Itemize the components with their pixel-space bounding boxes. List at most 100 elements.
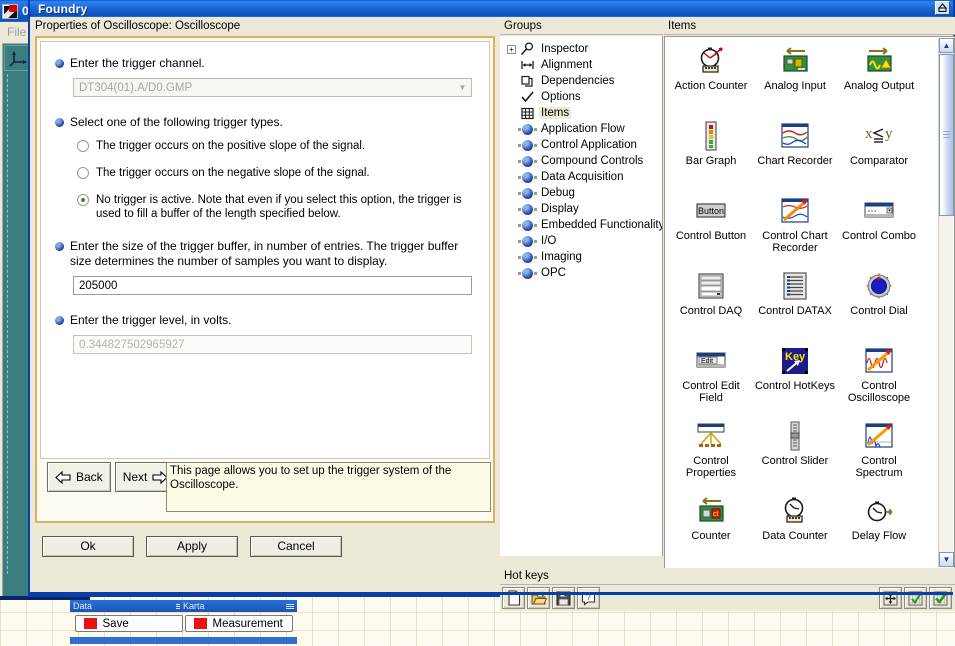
- buffer-size-block: Enter the size of the trigger buffer, in…: [55, 239, 477, 295]
- radio-indicator[interactable]: [77, 167, 89, 179]
- item-label: Chart Recorder: [757, 155, 833, 167]
- tree-item-options[interactable]: Options: [503, 89, 662, 105]
- tree-label: Alignment: [541, 59, 593, 71]
- stopwatch-arrow-icon: [863, 495, 895, 527]
- item-delay-flow[interactable]: Delay Flow: [837, 492, 921, 567]
- radio-option-no-trigger[interactable]: No trigger is active. Note that even if …: [77, 193, 477, 221]
- item-counter[interactable]: ct Counter: [669, 492, 753, 567]
- radio-indicator-selected[interactable]: [77, 194, 89, 206]
- tree-item-opc[interactable]: OPC: [503, 265, 662, 281]
- svg-text:y: y: [885, 126, 893, 142]
- item-control-edit-field[interactable]: Edit Control Edit Field: [669, 342, 753, 417]
- trigger-channel-combo[interactable]: DT304(01).A/D0.GMP ▼: [73, 78, 472, 97]
- bullet-icon: [55, 59, 64, 68]
- item-action-counter[interactable]: Action Counter: [669, 42, 753, 117]
- save-button[interactable]: Save: [74, 615, 183, 632]
- expand-icon[interactable]: +: [507, 44, 516, 54]
- bullet-icon: [55, 118, 64, 127]
- tree-item-control-application[interactable]: Control Application: [503, 137, 662, 153]
- ok-button[interactable]: Ok: [42, 535, 134, 557]
- question-buffer-size: Enter the size of the trigger buffer, in…: [55, 239, 477, 269]
- tree-item-items[interactable]: Items: [503, 105, 662, 121]
- item-label: Control Properties: [685, 455, 737, 479]
- help-question-icon[interactable]: ?: [577, 587, 600, 609]
- scrollbar-thumb[interactable]: [939, 54, 954, 216]
- radio-option-positive-slope[interactable]: The trigger occurs on the positive slope…: [77, 139, 477, 153]
- item-control-datax[interactable]: Control DATAX: [753, 267, 837, 342]
- measurement-button[interactable]: Measurement: [184, 615, 293, 632]
- grid-check-icon[interactable]: [904, 587, 927, 609]
- item-control-hotkeys[interactable]: Key Control HotKeys: [753, 342, 837, 417]
- tree-label: Debug: [541, 187, 575, 199]
- tree-label: Embedded Functionality: [541, 219, 663, 231]
- apply-button[interactable]: Apply: [146, 535, 238, 557]
- item-analog-input[interactable]: Analog Input: [753, 42, 837, 117]
- tree-item-data-acquisition[interactable]: Data Acquisition: [503, 169, 662, 185]
- back-button[interactable]: Back: [47, 462, 111, 492]
- tree-label: Options: [541, 91, 581, 103]
- move-resize-icon[interactable]: [879, 587, 902, 609]
- item-data-counter[interactable]: Data Counter: [753, 492, 837, 567]
- item-chart-recorder[interactable]: Chart Recorder: [753, 117, 837, 192]
- taskbar-group-title: Karta: [183, 601, 205, 611]
- item-control-slider[interactable]: Control Slider: [753, 417, 837, 492]
- question-label: Enter the size of the trigger buffer, in…: [70, 239, 459, 268]
- item-label: Delay Flow: [851, 530, 907, 542]
- stopwatch-counter-icon: [695, 45, 727, 77]
- item-control-dial[interactable]: Control Dial: [837, 267, 921, 342]
- board-wave-arrow-right-icon: [863, 45, 895, 77]
- items-list[interactable]: Action Counter Analog Input Analog Outpu…: [664, 36, 955, 569]
- restore-icon[interactable]: [935, 1, 950, 15]
- stopwatch-digits-icon: [779, 495, 811, 527]
- tree-label: Application Flow: [541, 123, 625, 135]
- items-scrollbar[interactable]: ▲ ▼: [938, 38, 954, 567]
- tree-item-application-flow[interactable]: Application Flow: [503, 121, 662, 137]
- trigger-type-radio-group: The trigger occurs on the positive slope…: [77, 139, 477, 221]
- new-file-icon[interactable]: [502, 587, 525, 609]
- groups-pane: Groups + Inspector Alignment Dependencie…: [500, 17, 663, 577]
- tree-item-io[interactable]: I/O: [503, 233, 662, 249]
- cancel-button[interactable]: Cancel: [250, 535, 342, 557]
- save-disk-icon[interactable]: [552, 587, 575, 609]
- chevron-down-icon[interactable]: ▼: [454, 79, 471, 96]
- taskbar-group-header[interactable]: Data: [70, 600, 187, 612]
- item-control-chart-recorder[interactable]: Control Chart Recorder: [753, 192, 837, 267]
- item-control-properties[interactable]: Control Properties: [669, 417, 753, 492]
- buffer-size-input[interactable]: 205000: [73, 276, 472, 295]
- groups-tree[interactable]: + Inspector Alignment Dependencies Optio…: [500, 36, 663, 556]
- item-comparator[interactable]: x y Comparator: [837, 117, 921, 192]
- item-label: Comparator: [849, 155, 909, 167]
- item-label: Bar Graph: [685, 155, 737, 167]
- open-folder-icon[interactable]: [527, 587, 550, 609]
- trigger-channel-value: DT304(01).A/D0.GMP: [79, 81, 193, 94]
- tree-item-alignment[interactable]: Alignment: [503, 57, 662, 73]
- item-label: Control Button: [675, 230, 747, 242]
- item-control-combo[interactable]: Control Combo: [837, 192, 921, 267]
- item-analog-output[interactable]: Analog Output: [837, 42, 921, 117]
- tree-item-debug[interactable]: Debug: [503, 185, 662, 201]
- item-control-spectrum[interactable]: Control Spectrum: [837, 417, 921, 492]
- radio-indicator[interactable]: [77, 140, 89, 152]
- hamburger-icon[interactable]: [286, 603, 294, 609]
- next-button-label: Next: [122, 470, 148, 484]
- tree-item-inspector[interactable]: + Inspector: [503, 41, 662, 57]
- node-ball-icon: [518, 234, 537, 249]
- tree-item-imaging[interactable]: Imaging: [503, 249, 662, 265]
- grid-check-alt-icon[interactable]: [929, 587, 952, 609]
- tree-item-display[interactable]: Display: [503, 201, 662, 217]
- tree-label: Items: [539, 107, 572, 119]
- item-control-oscilloscope[interactable]: Control Oscilloscope: [837, 342, 921, 417]
- taskbar-group-header[interactable]: Karta: [180, 600, 297, 612]
- trigger-level-input[interactable]: 0.344827502965927: [73, 335, 472, 354]
- tree-item-embedded-functionality[interactable]: Embedded Functionality: [503, 217, 662, 233]
- chevron-up-icon[interactable]: ▲: [939, 38, 954, 53]
- item-control-button[interactable]: Button Control Button: [669, 192, 753, 267]
- tree-item-compound-controls[interactable]: Compound Controls: [503, 153, 662, 169]
- item-control-daq[interactable]: Control DAQ: [669, 267, 753, 342]
- chevron-down-icon[interactable]: ▼: [939, 552, 954, 567]
- item-bar-graph[interactable]: Bar Graph: [669, 117, 753, 192]
- tree-label: Compound Controls: [541, 155, 644, 167]
- tree-item-dependencies[interactable]: Dependencies: [503, 73, 662, 89]
- question-label: Select one of the following trigger type…: [70, 115, 283, 129]
- radio-option-negative-slope[interactable]: The trigger occurs on the negative slope…: [77, 166, 477, 180]
